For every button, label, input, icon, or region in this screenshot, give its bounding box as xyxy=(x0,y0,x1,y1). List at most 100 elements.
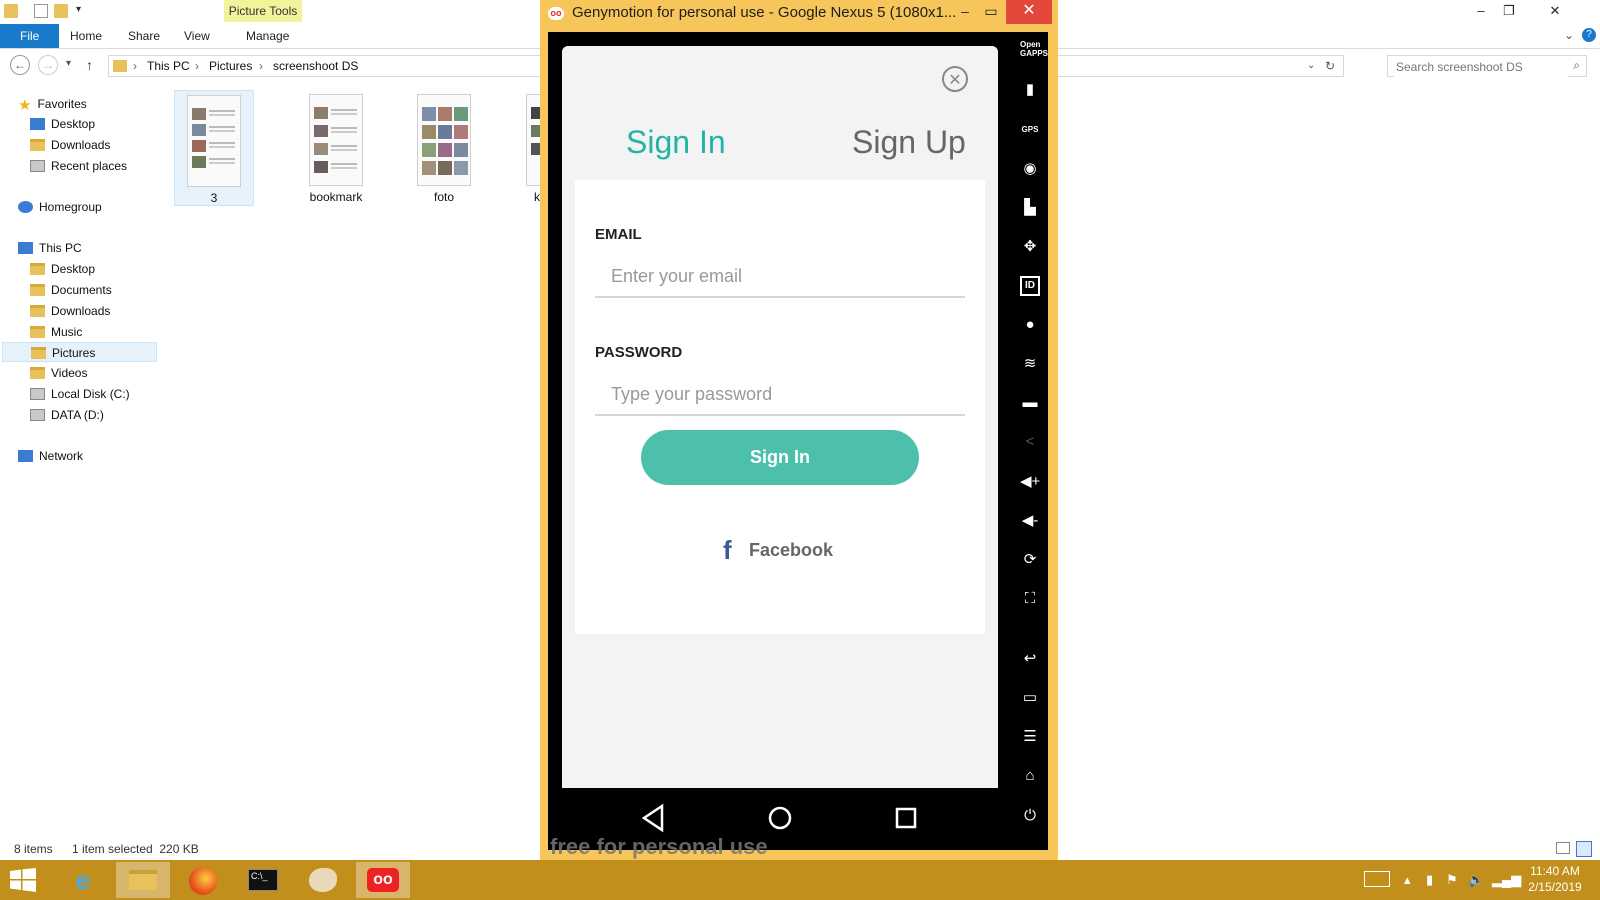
taskbar-paint[interactable] xyxy=(296,862,350,898)
expand-ribbon-icon[interactable]: ⌄ xyxy=(1564,28,1574,42)
battery-icon[interactable]: ▮ xyxy=(1020,80,1040,100)
nav-favorites-desktop[interactable]: Desktop xyxy=(30,114,95,134)
clock-time: 11:40 AM xyxy=(1530,864,1580,878)
tab-sign-in[interactable]: Sign In xyxy=(626,124,726,161)
gps-icon[interactable]: GPS xyxy=(1020,120,1040,140)
dpad-icon[interactable]: ✥ xyxy=(1020,237,1040,257)
share-icon[interactable]: < xyxy=(1020,432,1040,452)
nav-favorites-downloads[interactable]: Downloads xyxy=(30,135,110,155)
clock[interactable]: 11:40 AM 2/15/2019 xyxy=(1520,863,1590,895)
tab-sign-up[interactable]: Sign Up xyxy=(852,124,966,161)
battery-icon[interactable]: ▮ xyxy=(1426,872,1433,888)
keyboard-icon[interactable] xyxy=(1364,871,1390,887)
maximize-button[interactable]: ▭ xyxy=(976,0,1006,24)
quick-access-dropdown-icon[interactable]: ▾ xyxy=(76,4,81,15)
thumbnail-image xyxy=(187,95,241,187)
breadcrumb-screenshoot-ds[interactable]: screenshoot DS xyxy=(273,56,358,76)
breadcrumb-this-pc[interactable]: This PC xyxy=(147,56,190,76)
volume-up-icon[interactable]: ◀+ xyxy=(1020,472,1040,492)
breadcrumb-pictures[interactable]: Pictures xyxy=(209,56,252,76)
open-gapps-icon[interactable]: Open GAPPS xyxy=(1020,40,1048,60)
password-field[interactable] xyxy=(595,374,965,416)
nav-music[interactable]: Music xyxy=(30,322,82,342)
network-signal-icon[interactable]: ▂▄▆ xyxy=(1492,872,1521,888)
file-item[interactable]: bookmark xyxy=(296,90,376,206)
file-item[interactable]: foto xyxy=(404,90,484,206)
nav-documents[interactable]: Documents xyxy=(30,280,112,300)
forward-icon[interactable]: → xyxy=(38,55,58,75)
search-box[interactable]: ⌕ xyxy=(1387,55,1587,77)
sign-in-button[interactable]: Sign In xyxy=(641,430,919,485)
restore-button[interactable]: ❐ xyxy=(1496,0,1522,22)
fullscreen-icon[interactable]: ⛶ xyxy=(1020,589,1040,609)
close-icon[interactable]: ✕ xyxy=(942,66,968,92)
details-view-icon[interactable] xyxy=(1556,842,1570,854)
email-field[interactable] xyxy=(595,256,965,298)
volume-down-icon[interactable]: ◀- xyxy=(1020,511,1040,531)
recent-apps-icon[interactable]: ▭ xyxy=(1020,688,1040,708)
action-center-icon[interactable]: ⚑ xyxy=(1446,872,1458,888)
power-icon[interactable]: ⏻ xyxy=(1020,806,1040,826)
taskbar-internet-explorer[interactable]: e xyxy=(56,862,110,898)
recent-locations-icon[interactable]: ▾ xyxy=(66,58,71,69)
help-icon[interactable]: ? xyxy=(1582,28,1596,42)
star-icon: ★ xyxy=(18,97,32,114)
file-item[interactable]: 3 xyxy=(174,90,254,206)
show-hidden-icons-icon[interactable]: ▴ xyxy=(1404,872,1411,888)
search-input[interactable] xyxy=(1394,57,1568,77)
tab-manage[interactable]: Manage xyxy=(232,24,303,48)
android-home-icon[interactable] xyxy=(760,798,800,838)
start-button[interactable] xyxy=(10,868,36,892)
nav-pictures[interactable]: Pictures xyxy=(2,342,157,362)
volume-icon[interactable]: 🔈 xyxy=(1468,872,1484,888)
id-icon[interactable]: ID xyxy=(1020,276,1040,296)
rotate-icon[interactable]: ⟳ xyxy=(1020,550,1040,570)
large-icons-view-icon[interactable] xyxy=(1576,841,1592,857)
file-item[interactable]: k xyxy=(512,90,540,206)
nav-videos[interactable]: Videos xyxy=(30,363,87,383)
up-icon[interactable]: ↑ xyxy=(86,57,93,73)
close-button[interactable]: ✕ xyxy=(1542,0,1568,22)
back-icon[interactable]: ↩ xyxy=(1020,649,1040,669)
nav-recent-places[interactable]: Recent places xyxy=(30,156,127,176)
nav-data-d[interactable]: DATA (D:) xyxy=(30,405,104,425)
nav-favorites[interactable]: ★ Favorites xyxy=(18,94,87,114)
new-folder-icon[interactable] xyxy=(54,4,68,18)
android-back-icon[interactable] xyxy=(634,798,674,838)
menu-icon[interactable]: ☰ xyxy=(1020,727,1040,747)
nav-desktop[interactable]: Desktop xyxy=(30,259,95,279)
genymotion-sidebar: Open GAPPS ▮ GPS ◉ ▙ ✥ ID ● ≋ ▬ < ◀+ ◀- … xyxy=(1012,32,1048,850)
android-recents-icon[interactable] xyxy=(886,798,926,838)
camera-icon[interactable]: ◉ xyxy=(1020,159,1040,179)
nav-network[interactable]: Network xyxy=(18,446,83,466)
navigation-pane: ★ Favorites Desktop Downloads Recent plac… xyxy=(0,84,160,836)
minimize-button[interactable]: – xyxy=(1468,0,1494,22)
sms-icon[interactable]: ▬ xyxy=(1020,393,1040,413)
back-icon[interactable]: ← xyxy=(10,55,30,75)
tab-view[interactable]: View xyxy=(170,24,224,48)
taskbar-file-explorer[interactable] xyxy=(116,862,170,898)
close-button[interactable]: ✕ xyxy=(1006,0,1052,24)
home-icon[interactable]: ⌂ xyxy=(1020,766,1040,786)
nav-this-pc[interactable]: This PC xyxy=(18,238,82,258)
nav-downloads[interactable]: Downloads xyxy=(30,301,110,321)
facebook-login-button[interactable]: f Facebook xyxy=(723,534,833,565)
file-name: 3 xyxy=(210,191,218,205)
disk-icon[interactable]: ● xyxy=(1020,315,1040,335)
taskbar-firefox[interactable] xyxy=(176,862,230,898)
tab-share[interactable]: Share xyxy=(114,24,174,48)
clapperboard-icon[interactable]: ▙ xyxy=(1020,198,1040,218)
tab-file[interactable]: File xyxy=(0,24,60,48)
tab-home[interactable]: Home xyxy=(56,24,116,48)
rss-icon[interactable]: ≋ xyxy=(1020,354,1040,374)
taskbar-command-prompt[interactable]: C:\_ xyxy=(236,862,290,898)
search-icon[interactable]: ⌕ xyxy=(1573,58,1580,73)
nav-local-disk-c[interactable]: Local Disk (C:) xyxy=(30,384,130,404)
address-dropdown-icon[interactable]: ⌄ xyxy=(1307,56,1315,76)
file-name: bookmark xyxy=(309,190,363,204)
taskbar-genymotion[interactable]: oo xyxy=(356,862,410,898)
refresh-icon[interactable]: ↻ xyxy=(1325,56,1335,76)
properties-icon[interactable] xyxy=(34,4,48,18)
item-count: 8 items xyxy=(14,842,53,856)
nav-homegroup[interactable]: Homegroup xyxy=(18,197,102,217)
